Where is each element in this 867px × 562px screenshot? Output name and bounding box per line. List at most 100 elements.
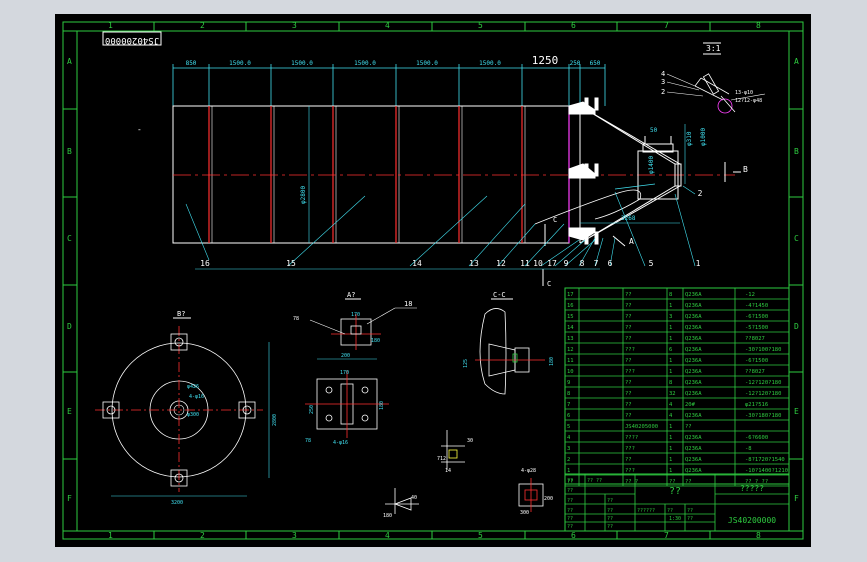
table-cell-no: 14 — [567, 325, 574, 331]
outlet-nozzle — [642, 136, 674, 153]
table-cell-no: 2 — [567, 457, 570, 463]
section-c-c[interactable]: C-C 125 180 — [463, 291, 555, 395]
main-elevation-view[interactable]: 850 1500.0 1500.0 1500.0 1500.0 1500.0 2… — [137, 54, 748, 288]
table-cell-name: ?? — [625, 336, 632, 342]
table-cell-no: 17 — [567, 292, 574, 298]
table-cell-mat: Q236A — [685, 347, 702, 353]
plan-dim-phi426: φ426 — [187, 384, 199, 390]
callout-17: 17 — [547, 259, 557, 268]
table-cell-no: 12 — [567, 347, 574, 353]
ring-outline — [211, 106, 526, 243]
table-cell-name: ?? — [625, 391, 632, 397]
table-row: 15?? 3 Q236A -6?1500 — [567, 314, 768, 320]
left-row-label: C — [67, 234, 72, 243]
dim-1500-c: 1500.0 — [354, 60, 376, 67]
parts-table[interactable]: 17?? 8 Q236A -1216?? 1 Q236A -4?145015?? 3 Q236A… — [564, 287, 790, 487]
view-a-dim-200: 200 — [341, 353, 350, 359]
table-cell-spec: -5?1500 — [745, 325, 768, 331]
top-column-label: 5 — [478, 21, 483, 30]
section-c-label: C-C — [493, 291, 506, 299]
top-column-label: 3 — [292, 21, 297, 30]
dim-250: 250 — [570, 60, 581, 67]
view-a-dim-180: 180 — [371, 338, 380, 344]
table-cell-spec: -30?180?180 — [745, 413, 781, 419]
tb-label: ?? — [567, 488, 573, 494]
outlet-dims: 50 φ310 φ1000 φ1400 3268 — [621, 127, 707, 222]
table-cell-spec: -8?1720?1540 — [745, 457, 785, 463]
support-brackets — [568, 97, 599, 245]
section-a-mark: A — [629, 237, 634, 246]
callout-16: 16 — [200, 259, 210, 268]
bottom-column-label: 4 — [385, 531, 390, 540]
table-cell-name: ?? — [625, 314, 632, 320]
table-cell-mat: ?? — [685, 424, 692, 430]
silo-body — [172, 105, 570, 244]
table-cell-spec: -4?1450 — [745, 303, 768, 309]
small-detail-2[interactable]: 4-φ28 200 300 — [518, 468, 553, 516]
table-cell-spec: -12?120?180 — [745, 380, 781, 386]
table-row: 4???? 1 Q236A -6?6600 — [567, 435, 768, 441]
table-cell-name: ??? — [625, 446, 635, 452]
table-cell-mat: Q236A — [685, 358, 702, 364]
table-cell-qty: 32 — [669, 391, 676, 397]
dim-phi1000: φ1000 — [700, 128, 707, 146]
table-cell-spec: -6?1500 — [745, 358, 768, 364]
table-cell-mat: Q236A — [685, 314, 702, 320]
detail2-dim-4phi28: 4-φ28 — [521, 468, 536, 474]
dim-3268: 3268 — [621, 215, 636, 222]
table-cell-qty: 8 — [669, 292, 672, 298]
drawing-svg: 1 2 3 4 5 6 7 8 1 2 3 4 5 6 7 8 A B C D … — [62, 21, 804, 540]
table-cell-qty: 1 — [669, 369, 672, 375]
tb-label: ?? ?? — [587, 478, 602, 484]
plan-view-label: B? — [177, 310, 185, 318]
callout-7: 7 — [594, 259, 599, 268]
bottom-column-label: 2 — [200, 531, 205, 540]
detail-bolt-group — [694, 73, 736, 114]
table-cell-spec: -8 — [745, 446, 752, 452]
detail-view-3-1[interactable]: 3:1 4 3 2 13-φ10 12?12-φ48 — [661, 42, 766, 114]
title-block-scale: 1:30 — [669, 516, 681, 522]
table-cell-no: 1 — [567, 468, 570, 474]
table-cell-mat: ?? — [685, 479, 692, 485]
table-row: 17?? 8 Q236A -12 — [567, 292, 755, 298]
right-row-label: B — [794, 147, 799, 156]
detail1-dim-712: 712 — [437, 456, 446, 462]
detail-note-2: 12?12-φ48 — [735, 98, 762, 104]
callout-leaders — [185, 185, 696, 267]
small-detail-1[interactable]: 30 712 14 — [437, 430, 473, 474]
drawing-canvas[interactable]: 1 2 3 4 5 6 7 8 1 2 3 4 5 6 7 8 A B C D … — [55, 14, 811, 547]
table-cell-spec: -6?6600 — [745, 435, 768, 441]
table-cell-qty: 1 — [669, 435, 672, 441]
plan-view-b[interactable]: B? φ426 4-φ16 φ300 2800 3200 — [95, 310, 278, 506]
table-row: 7?? 4 20# φ21?516 — [567, 402, 768, 408]
section-b-mark: B — [743, 165, 748, 174]
table-cell-qty: 1 — [669, 336, 672, 342]
table-cell-spec: -6?1500 — [745, 314, 768, 320]
table-cell-no: 7 — [567, 402, 570, 408]
table-cell-no: 15 — [567, 314, 574, 320]
table-cell-no: 8 — [567, 391, 570, 397]
table-cell-spec: -10?1400?1210 — [745, 468, 788, 474]
table-row: 3??? 1 Q236A -8 — [567, 446, 752, 452]
view-a-top-plate — [331, 314, 381, 350]
tb-label: ?? — [567, 498, 573, 504]
tb-label: ?? — [567, 478, 573, 484]
detail1-dim-30: 30 — [467, 438, 473, 444]
dim-1250: 1250 — [532, 54, 559, 67]
view-a-dim-170b: 170 — [340, 370, 349, 376]
table-cell-mat: Q236A — [685, 336, 702, 342]
plan-dim-4phi16: 4-φ16 — [189, 394, 204, 400]
table-cell-qty: 1 — [669, 446, 672, 452]
small-detail-3[interactable]: 40 180 — [383, 488, 419, 519]
dim-phi1400: φ1400 — [648, 156, 655, 174]
right-row-label: F — [794, 494, 799, 503]
top-column-label: 8 — [756, 21, 761, 30]
detail-callout-4: 4 — [661, 70, 665, 78]
table-cell-spec: -30?100?180 — [745, 347, 781, 353]
table-cell-mat: Q236A — [685, 391, 702, 397]
view-a-label: A? — [347, 291, 355, 299]
bottom-column-label: 8 — [756, 531, 761, 540]
table-cell-qty: 8 — [669, 380, 672, 386]
table-cell-qty: 1 — [669, 358, 672, 364]
view-a[interactable]: A? 18 78 170 180 200 170 250 180 4-φ16 7… — [293, 291, 417, 446]
